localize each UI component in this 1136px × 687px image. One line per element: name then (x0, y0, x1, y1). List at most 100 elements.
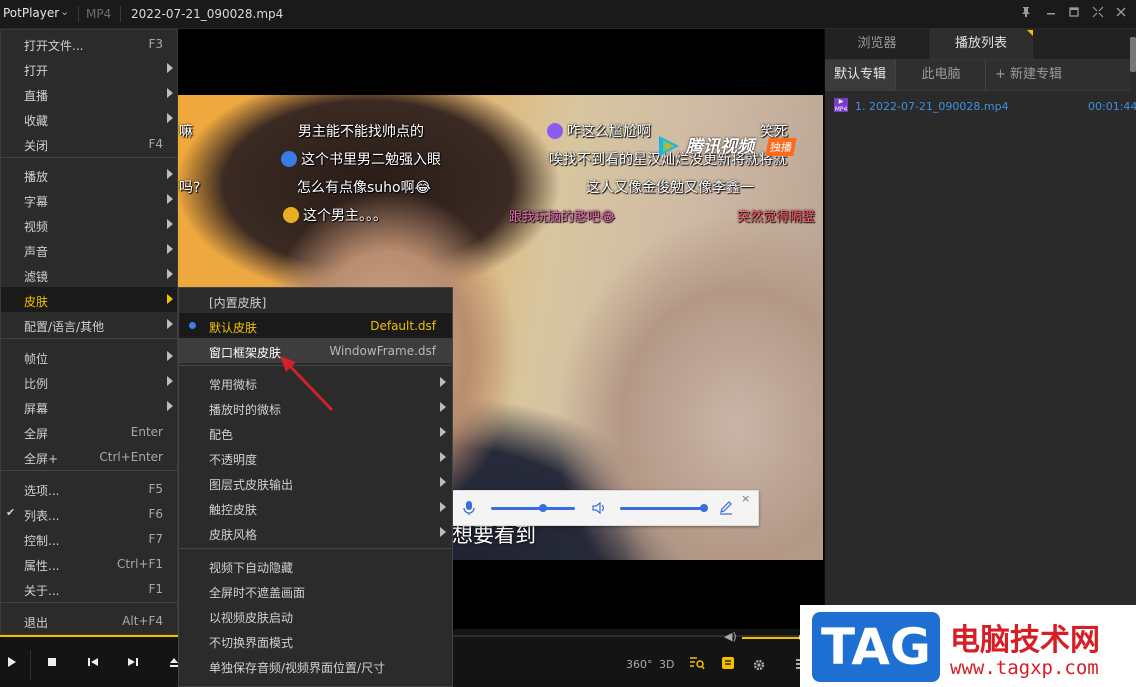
submenu-item-no-cover-fullscreen[interactable]: 全屏时不遮盖画面 (179, 578, 452, 603)
menu-item-open-file[interactable]: 打开文件... F3 (1, 31, 177, 56)
submenu-item-skin-style[interactable]: 皮肤风格 (179, 520, 452, 545)
submenu-item-touch-skin[interactable]: 触控皮肤 (179, 495, 452, 520)
tencent-logo-badge: 独播 (765, 138, 797, 156)
volume-slider[interactable] (742, 637, 804, 639)
subtab-new-album[interactable]: + 新建专辑 (985, 60, 1071, 90)
subtab-default-album[interactable]: 默认专辑 (825, 60, 895, 90)
title-separator (78, 6, 79, 22)
danmaku-comment: 男主能不能找帅点的 (298, 124, 424, 140)
danmaku-comment: 这个男主。。。 (283, 205, 387, 225)
menu-item-skin[interactable]: 皮肤 (1, 287, 177, 312)
submenu-item-save-position-separately[interactable]: 单独保存音频/视频界面位置/尺寸 (179, 653, 452, 678)
submenu-arrow-icon (167, 113, 173, 123)
submenu-arrow-icon (440, 502, 446, 512)
tab-playlist[interactable]: 播放列表 (929, 29, 1033, 59)
fullscreen-icon[interactable] (1089, 5, 1107, 23)
settings-gear-icon[interactable] (752, 658, 766, 675)
menu-item-live[interactable]: 直播 (1, 81, 177, 106)
submenu-item-color-scheme[interactable]: 配色 (179, 420, 452, 445)
menu-item-options[interactable]: 选项... F5 (1, 476, 177, 501)
speaker-volume-slider[interactable] (620, 507, 704, 510)
submenu-item-start-with-video-skin[interactable]: 以视频皮肤启动 (179, 603, 452, 628)
menu-separator (1, 338, 177, 339)
submenu-arrow-icon (167, 319, 173, 329)
submenu-arrow-icon (167, 169, 173, 179)
subtab-this-pc[interactable]: 此电脑 (895, 60, 986, 90)
stop-icon[interactable] (47, 656, 57, 671)
menu-separator (179, 548, 452, 549)
menu-item-subtitles[interactable]: 字幕 (1, 187, 177, 212)
menu-item-properties[interactable]: 属性... Ctrl+F1 (1, 551, 177, 576)
menu-item-ratio[interactable]: 比例 (1, 369, 177, 394)
menu-item-screen[interactable]: 屏幕 (1, 394, 177, 419)
microphone-icon[interactable] (463, 500, 475, 519)
subtitle-icon[interactable] (721, 656, 735, 674)
danmaku-comment: 吗? (179, 180, 201, 196)
menu-item-fullscreen-plus[interactable]: 全屏+ Ctrl+Enter (1, 444, 177, 469)
previous-icon[interactable] (87, 656, 99, 671)
menu-item-video[interactable]: 视频 (1, 212, 177, 237)
submenu-arrow-icon (167, 376, 173, 386)
watermark-site-name: 电脑技术网 (950, 623, 1100, 658)
submenu-arrow-icon (440, 377, 446, 387)
danmaku-comment: 跟我玩脑的憨吧😂 (509, 210, 616, 225)
vr-360-button[interactable]: 360° (626, 658, 653, 671)
menu-item-favorites[interactable]: 收藏 (1, 106, 177, 131)
next-icon[interactable] (127, 656, 139, 671)
chevron-down-icon[interactable]: ⌄ (60, 5, 69, 18)
menu-item-about[interactable]: 关于... F1 (1, 576, 177, 601)
tab-browser[interactable]: 浏览器 (825, 29, 929, 59)
3d-button[interactable]: 3D (659, 658, 674, 671)
speaker-volume-knob[interactable] (700, 504, 708, 512)
submenu-arrow-icon (167, 401, 173, 411)
submenu-arrow-icon (167, 194, 173, 204)
submenu-arrow-icon (440, 402, 446, 412)
menu-item-close[interactable]: 关闭 F4 (1, 131, 177, 156)
danmaku-comment: 这人又像金俊勉又像李鑫一 (586, 180, 754, 196)
menu-item-fullscreen[interactable]: 全屏 Enter (1, 419, 177, 444)
menu-item-open[interactable]: 打开 (1, 56, 177, 81)
menu-item-config-language[interactable]: 配置/语言/其他 (1, 312, 177, 337)
menu-item-control[interactable]: 控制... F7 (1, 526, 177, 551)
audio-popup: × (452, 490, 759, 526)
playlist-search-icon[interactable] (689, 656, 705, 674)
app-name[interactable]: PotPlayer (3, 6, 59, 20)
submenu-header-builtin-skins: [内置皮肤] (209, 296, 267, 310)
mic-volume-knob[interactable] (539, 504, 547, 512)
menu-item-frame[interactable]: 帧位 (1, 344, 177, 369)
close-icon[interactable] (1112, 5, 1130, 23)
submenu-item-auto-hide-under-video[interactable]: 视频下自动隐藏 (179, 553, 452, 578)
checkmark-icon: ✔ (6, 506, 16, 519)
submenu-arrow-icon (167, 351, 173, 361)
danmaku-comment: 嘛 (179, 124, 193, 140)
menu-item-filters[interactable]: 滤镜 (1, 262, 177, 287)
danmaku-comment: 怎么有点像suho啊😂 (297, 180, 431, 196)
submenu-item-layered-skin-output[interactable]: 图层式皮肤输出 (179, 470, 452, 495)
tencent-logo-text: 腾讯视频 (686, 137, 754, 157)
minimize-icon[interactable] (1042, 5, 1060, 23)
submenu-arrow-icon (167, 63, 173, 73)
submenu-item-no-mode-switch[interactable]: 不切换界面模式 (179, 628, 452, 653)
mic-volume-slider[interactable] (491, 507, 575, 510)
menu-item-audio[interactable]: 声音 (1, 237, 177, 262)
annotation-arrow-icon (280, 356, 334, 412)
close-icon[interactable]: × (741, 492, 750, 505)
speaker-icon[interactable] (591, 500, 607, 519)
playlist-item-name[interactable]: 1. 2022-07-21_090028.mp4 (855, 100, 1009, 113)
submenu-item-opacity[interactable]: 不透明度 (179, 445, 452, 470)
skin-submenu: [内置皮肤] 默认皮肤 Default.dsf 窗口框架皮肤 WindowFrame… (178, 287, 453, 687)
pin-icon[interactable] (1017, 5, 1035, 23)
volume-icon[interactable]: ◀) (724, 630, 737, 643)
title-separator (120, 6, 121, 22)
edit-icon[interactable] (718, 500, 734, 519)
menu-item-exit[interactable]: 退出 Alt+F4 (1, 608, 177, 633)
submenu-item-default-skin[interactable]: 默认皮肤 Default.dsf (179, 313, 452, 338)
menu-item-playlist[interactable]: ✔ 列表... F6 (1, 501, 177, 526)
menu-separator (1, 602, 177, 603)
playlist-scrollbar[interactable] (1130, 37, 1136, 72)
menu-item-playback[interactable]: 播放 (1, 162, 177, 187)
submenu-arrow-icon (167, 88, 173, 98)
submenu-arrow-icon (440, 427, 446, 437)
play-icon[interactable] (7, 656, 17, 671)
maximize-icon[interactable] (1065, 5, 1083, 23)
